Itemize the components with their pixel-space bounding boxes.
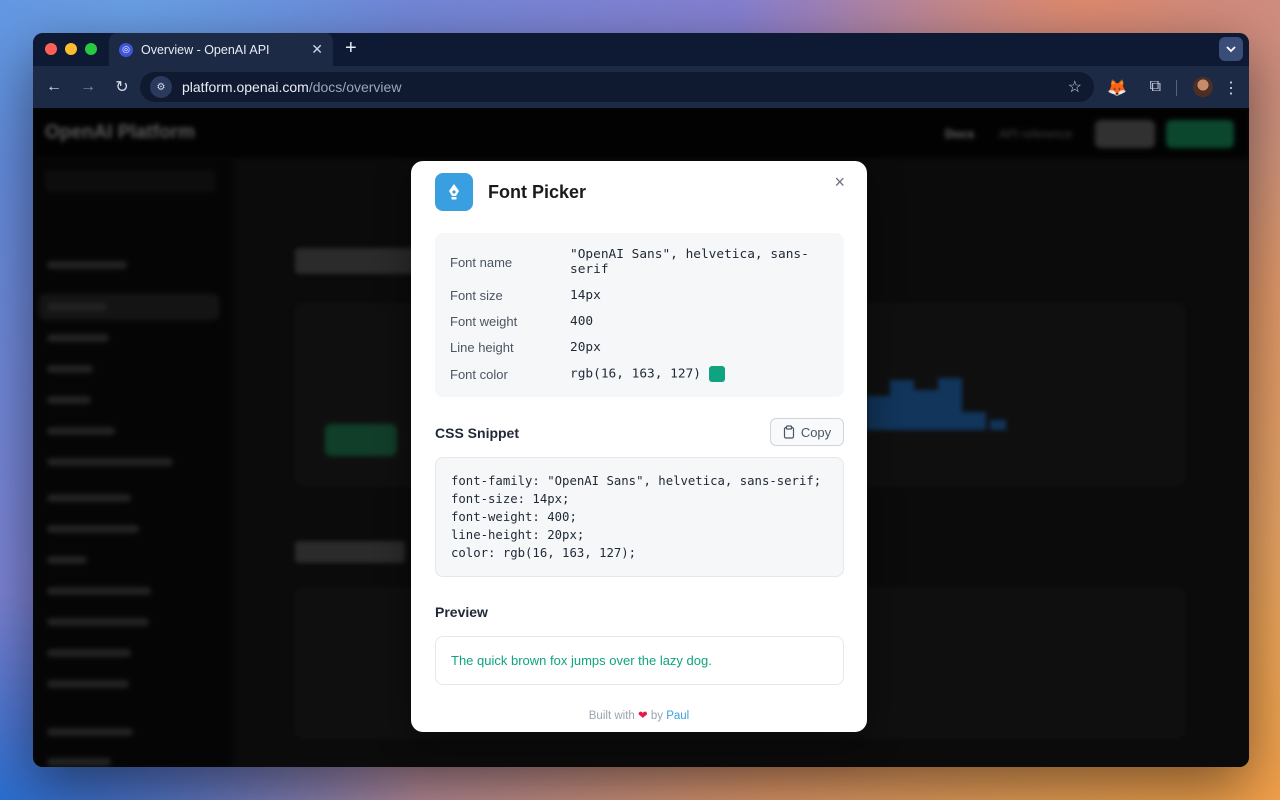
close-window-button[interactable]	[45, 43, 57, 55]
toolbar-divider	[1176, 80, 1177, 96]
maximize-window-button[interactable]	[85, 43, 97, 55]
chevron-down-icon	[1226, 46, 1236, 53]
property-row-font-color: Font color rgb(16, 163, 127)	[450, 366, 830, 382]
property-label: Line height	[450, 340, 514, 355]
color-value-text: rgb(16, 163, 127)	[570, 366, 701, 382]
reload-icon[interactable]: ↻	[105, 77, 139, 97]
window-controls	[45, 43, 97, 55]
property-value: 20px	[570, 340, 601, 355]
property-label: Font name	[450, 254, 513, 270]
font-picker-modal: Font Picker × Font name "OpenAI Sans", h…	[411, 161, 867, 732]
tab-title: Overview - OpenAI API	[141, 42, 270, 57]
profile-avatar[interactable]	[1193, 77, 1213, 97]
css-snippet-heading: CSS Snippet	[435, 425, 520, 441]
address-toolbar: ← → ↻ ⚙ platform.openai.com/docs/overvie…	[33, 66, 1249, 108]
pen-nib-icon	[435, 173, 473, 211]
openai-favicon-icon: ◎	[119, 42, 133, 57]
heart-icon: ❤	[638, 710, 648, 722]
css-snippet-code[interactable]: font-family: "OpenAI Sans", helvetica, s…	[435, 457, 844, 577]
property-value-color: rgb(16, 163, 127)	[570, 366, 822, 382]
tab-close-icon[interactable]: ✕	[311, 41, 323, 58]
url-host: platform.openai.com	[182, 79, 309, 95]
back-arrow-icon[interactable]: ←	[37, 78, 71, 96]
site-settings-icon[interactable]: ⚙	[150, 76, 172, 98]
tab-search-button[interactable]	[1219, 37, 1243, 61]
url-text: platform.openai.com/docs/overview	[182, 79, 401, 95]
property-label: Font color	[450, 366, 508, 382]
property-row-font-name: Font name "OpenAI Sans", helvetica, sans…	[450, 247, 830, 277]
modal-footer: Built with ❤ by Paul	[411, 708, 867, 722]
new-tab-button[interactable]: +	[345, 38, 357, 58]
color-swatch	[708, 366, 725, 382]
more-menu-icon[interactable]: ⋮	[1223, 78, 1239, 98]
url-path: /docs/overview	[308, 79, 402, 95]
copy-button[interactable]: Copy	[770, 418, 844, 446]
forward-arrow-icon[interactable]: →	[71, 78, 105, 96]
property-row-font-size: Font size 14px	[450, 288, 830, 303]
preview-heading: Preview	[435, 604, 488, 620]
extensions-puzzle-icon[interactable]: ⧉	[1150, 78, 1161, 96]
minimize-window-button[interactable]	[65, 43, 77, 55]
property-value: "OpenAI Sans", helvetica, sans-serif	[570, 247, 809, 277]
copy-button-label: Copy	[800, 424, 832, 440]
font-properties-panel: Font name "OpenAI Sans", helvetica, sans…	[435, 233, 844, 397]
preview-text: The quick brown fox jumps over the lazy …	[435, 636, 844, 685]
property-row-font-weight: Font weight 400	[450, 314, 830, 329]
property-value: 400	[570, 314, 594, 329]
property-label: Font weight	[450, 314, 518, 329]
tab-strip: ◎ Overview - OpenAI API ✕ +	[33, 33, 1249, 66]
browser-tab[interactable]: ◎ Overview - OpenAI API ✕	[109, 33, 333, 66]
property-row-line-height: Line height 20px	[450, 340, 830, 355]
property-label: Font size	[450, 288, 503, 303]
footer-by: by	[650, 710, 663, 722]
metamask-extension-icon[interactable]: 🦊	[1107, 78, 1127, 98]
modal-title: Font Picker	[488, 182, 587, 202]
address-bar[interactable]: ⚙ platform.openai.com/docs/overview ☆	[140, 72, 1094, 102]
clipboard-icon	[783, 425, 794, 439]
property-value: 14px	[570, 288, 601, 303]
author-link[interactable]: Paul	[666, 710, 689, 722]
bookmark-star-icon[interactable]: ☆	[1068, 77, 1082, 97]
footer-prefix: Built with	[588, 710, 635, 722]
close-icon[interactable]: ×	[834, 172, 845, 193]
